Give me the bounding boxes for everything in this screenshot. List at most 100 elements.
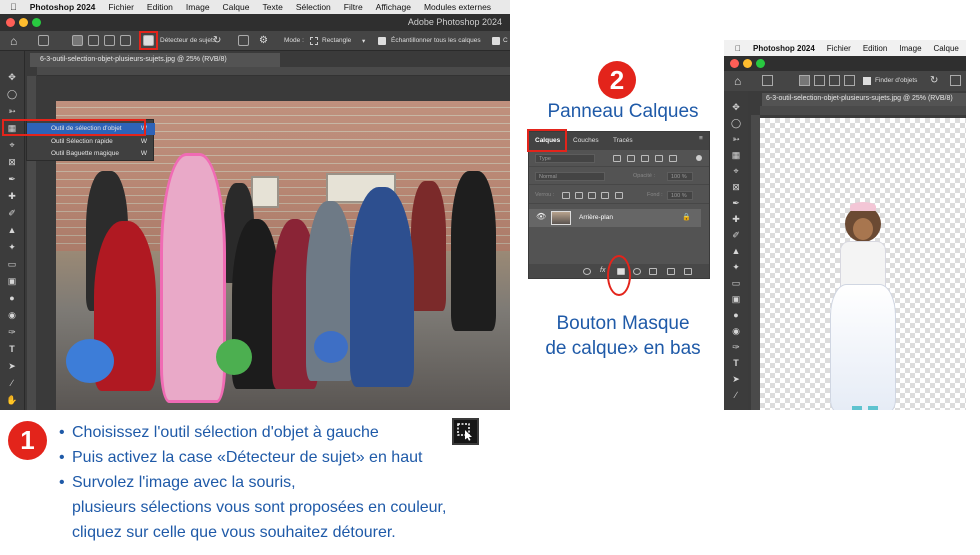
object-finder-checkbox[interactable] <box>863 77 871 85</box>
brush-tool-icon[interactable]: ✐ <box>6 208 18 219</box>
filter-smart-object-icon[interactable] <box>669 155 677 162</box>
subtract-selection-icon[interactable] <box>104 35 115 46</box>
filter-shape-icon[interactable] <box>655 155 663 162</box>
marquee-tool-icon[interactable]: ◯ <box>6 89 18 100</box>
home-icon[interactable]: ⌂ <box>734 74 741 88</box>
close-window-icon[interactable] <box>730 59 739 68</box>
type-tool-icon[interactable]: T <box>6 344 18 355</box>
eyedropper-tool-icon[interactable]: ✒ <box>6 174 18 185</box>
new-group-icon[interactable] <box>649 268 657 275</box>
path-selection-icon[interactable]: ➤ <box>730 374 742 385</box>
menu-calque[interactable]: Calque <box>223 2 250 12</box>
add-selection-icon[interactable] <box>88 35 99 46</box>
intersect-selection-icon[interactable] <box>844 75 855 86</box>
eyedropper-tool-icon[interactable]: ✒ <box>730 198 742 209</box>
minimize-window-icon[interactable] <box>19 18 28 27</box>
pen-tool-icon[interactable]: ✑ <box>730 342 742 353</box>
menu-affichage[interactable]: Affichage <box>376 2 411 12</box>
history-brush-icon[interactable]: ✦ <box>6 242 18 253</box>
transparent-canvas[interactable] <box>760 118 966 410</box>
new-selection-icon[interactable] <box>72 35 83 46</box>
menu-modules-externes[interactable]: Modules externes <box>424 2 491 12</box>
frame-tool-icon[interactable]: ⊠ <box>730 182 742 193</box>
apple-icon[interactable]:  <box>735 44 741 53</box>
add-selection-icon[interactable] <box>814 75 825 86</box>
tab-traces[interactable]: Tracés <box>613 137 633 144</box>
mode-select[interactable]: Rectangle <box>322 37 351 44</box>
show-all-objects-icon[interactable] <box>238 35 249 46</box>
subtract-selection-icon[interactable] <box>829 75 840 86</box>
dodge-tool-icon[interactable]: ◉ <box>6 310 18 321</box>
history-brush-icon[interactable]: ✦ <box>730 262 742 273</box>
refresh-icon[interactable]: ↻ <box>213 35 221 46</box>
new-layer-icon[interactable] <box>667 268 675 275</box>
layer-row-background[interactable]: 👁 Arrière-plan 🔒 <box>529 209 701 227</box>
tool-preset-icon[interactable] <box>762 75 773 86</box>
link-layers-icon[interactable] <box>583 268 591 275</box>
flyout-quick-selection-tool[interactable]: Outil Sélection rapide W <box>27 136 155 148</box>
new-selection-icon[interactable] <box>799 75 810 86</box>
home-icon[interactable]: ⌂ <box>10 34 17 48</box>
menu-image[interactable]: Image <box>899 44 921 53</box>
minimize-window-icon[interactable] <box>743 59 752 68</box>
menu-calque[interactable]: Calque <box>934 44 959 53</box>
healing-tool-icon[interactable]: ✚ <box>730 214 742 225</box>
dodge-tool-icon[interactable]: ◉ <box>730 326 742 337</box>
hand-tool-icon[interactable]: ✋ <box>6 395 18 406</box>
chevron-down-icon[interactable]: ▾ <box>362 37 365 45</box>
lock-artboard-icon[interactable] <box>601 192 609 199</box>
layer-name[interactable]: Arrière-plan <box>579 214 613 221</box>
lasso-tool-icon[interactable]: ➳ <box>730 134 742 145</box>
menu-edition[interactable]: Edition <box>863 44 887 53</box>
zoom-window-icon[interactable] <box>32 18 41 27</box>
eraser-tool-icon[interactable]: ▭ <box>730 278 742 289</box>
panel-menu-icon[interactable]: ≡ <box>699 135 703 142</box>
menu-app-name[interactable]: Photoshop 2024 <box>30 2 96 12</box>
menu-texte[interactable]: Texte <box>262 2 282 12</box>
close-window-icon[interactable] <box>6 18 15 27</box>
layer-filter-search[interactable]: Type <box>535 154 595 163</box>
type-tool-icon[interactable]: T <box>730 358 742 369</box>
move-tool-icon[interactable]: ✥ <box>730 102 742 113</box>
lock-all-icon[interactable] <box>615 192 623 199</box>
pen-tool-icon[interactable]: ✑ <box>6 327 18 338</box>
fx-icon[interactable]: fx <box>600 267 605 274</box>
crop-tool-icon[interactable]: ⌖ <box>730 166 742 177</box>
tab-couches[interactable]: Couches <box>573 137 599 144</box>
menu-fichier[interactable]: Fichier <box>108 2 134 12</box>
menu-filtre[interactable]: Filtre <box>344 2 363 12</box>
crop-tool-icon[interactable]: ⌖ <box>6 140 18 151</box>
filter-type-icon[interactable] <box>641 155 649 162</box>
show-all-objects-icon[interactable] <box>950 75 961 86</box>
move-tool-icon[interactable]: ✥ <box>6 72 18 83</box>
line-tool-icon[interactable]: ∕ <box>730 390 742 401</box>
filter-adjustment-icon[interactable] <box>627 155 635 162</box>
menu-fichier[interactable]: Fichier <box>827 44 851 53</box>
refresh-icon[interactable]: ↻ <box>930 75 938 86</box>
menu-edition[interactable]: Edition <box>147 2 173 12</box>
gear-icon[interactable]: ⚙ <box>259 35 268 46</box>
flyout-magic-wand-tool[interactable]: Outil Baguette magique W <box>27 148 155 160</box>
apple-icon[interactable]:  <box>10 2 17 12</box>
filter-pixel-icon[interactable] <box>613 155 621 162</box>
sample-all-layers-checkbox[interactable] <box>378 37 386 45</box>
lock-pixels-icon[interactable] <box>575 192 583 199</box>
fill-input[interactable]: 100 % <box>667 191 693 200</box>
blend-mode-select[interactable]: Normal <box>535 172 605 181</box>
gradient-tool-icon[interactable]: ▣ <box>730 294 742 305</box>
frame-tool-icon[interactable]: ⊠ <box>6 157 18 168</box>
menu-image[interactable]: Image <box>186 2 210 12</box>
healing-tool-icon[interactable]: ✚ <box>6 191 18 202</box>
menu-selection[interactable]: Sélection <box>296 2 331 12</box>
brush-tool-icon[interactable]: ✐ <box>730 230 742 241</box>
adjustment-layer-icon[interactable] <box>633 268 641 275</box>
lock-position-icon[interactable] <box>588 192 596 199</box>
document-tab[interactable]: 6-3-outil-selection-objet-plusieurs-suje… <box>762 93 966 106</box>
menu-app-name[interactable]: Photoshop 2024 <box>753 44 815 53</box>
blur-tool-icon[interactable]: ● <box>730 310 742 321</box>
stamp-tool-icon[interactable]: ▲ <box>6 225 18 236</box>
document-tab[interactable]: 6-3-outil-selection-objet-plusieurs-suje… <box>30 53 280 67</box>
next-option-checkbox[interactable] <box>492 37 500 45</box>
eye-icon[interactable]: 👁 <box>536 212 546 221</box>
eraser-tool-icon[interactable]: ▭ <box>6 259 18 270</box>
